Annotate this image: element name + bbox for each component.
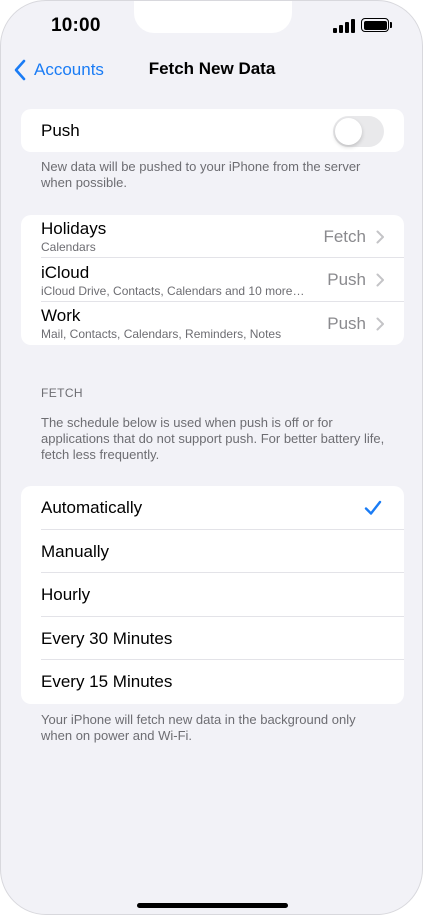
push-label: Push xyxy=(41,120,80,140)
option-label: Automatically xyxy=(41,498,143,517)
account-detail: Mail, Contacts, Calendars, Reminders, No… xyxy=(41,327,282,341)
chevron-right-icon xyxy=(376,230,384,243)
push-group: Push xyxy=(21,109,404,152)
fetch-option-automatically[interactable]: Automatically xyxy=(21,486,404,530)
fetch-description: The schedule below is used when push is … xyxy=(41,415,385,462)
status-time: 10:00 xyxy=(51,15,101,36)
option-label: Every 15 Minutes xyxy=(41,672,173,691)
push-row: Push xyxy=(21,109,404,152)
notch xyxy=(134,1,292,33)
option-label: Manually xyxy=(41,541,110,561)
accounts-group: Holidays Calendars Fetch iCloud iCloud D… xyxy=(21,215,404,345)
account-name: Holidays xyxy=(41,219,107,238)
option-label: Hourly xyxy=(41,585,91,604)
fetch-option-manually[interactable]: Manually xyxy=(21,530,404,573)
fetch-section-header: FETCH xyxy=(41,386,83,400)
checkmark-icon xyxy=(364,500,382,515)
cellular-signal-icon xyxy=(333,19,355,33)
chevron-right-icon xyxy=(376,273,384,287)
account-fetch-value: Fetch xyxy=(323,226,366,246)
account-row-icloud[interactable]: iCloud iCloud Drive, Contacts, Calendars… xyxy=(21,258,404,302)
account-row-work[interactable]: Work Mail, Contacts, Calendars, Reminder… xyxy=(21,302,404,345)
toggle-knob xyxy=(335,118,362,145)
account-fetch-value: Push xyxy=(327,270,366,289)
option-label: Every 30 Minutes xyxy=(41,628,173,648)
account-name: iCloud xyxy=(41,262,90,282)
chevron-right-icon xyxy=(376,317,384,330)
push-footer: New data will be pushed to your iPhone f… xyxy=(41,159,361,190)
battery-cap xyxy=(390,22,392,28)
home-indicator[interactable] xyxy=(137,903,288,908)
account-detail: iCloud Drive, Contacts, Calendars and 10… xyxy=(41,283,305,298)
fetch-footer: Your iPhone will fetch new data in the b… xyxy=(41,712,356,743)
fetch-option-hourly[interactable]: Hourly xyxy=(21,573,404,617)
fetch-options-group: Automatically Manually Hourly Every 30 M… xyxy=(21,486,404,704)
fetch-option-every-15-minutes[interactable]: Every 15 Minutes xyxy=(21,660,404,704)
phone-screen: 10:00 Accounts Fetch New Data Push New d… xyxy=(0,0,423,915)
page-title: Fetch New Data xyxy=(148,59,276,78)
account-detail: Calendars xyxy=(41,240,96,254)
battery-icon xyxy=(361,18,389,32)
account-name: Work xyxy=(41,306,81,325)
fetch-option-every-30-minutes[interactable]: Every 30 Minutes xyxy=(21,617,404,660)
push-toggle[interactable] xyxy=(333,116,384,147)
account-fetch-value: Push xyxy=(327,313,366,333)
account-row-holidays[interactable]: Holidays Calendars Fetch xyxy=(21,215,404,258)
